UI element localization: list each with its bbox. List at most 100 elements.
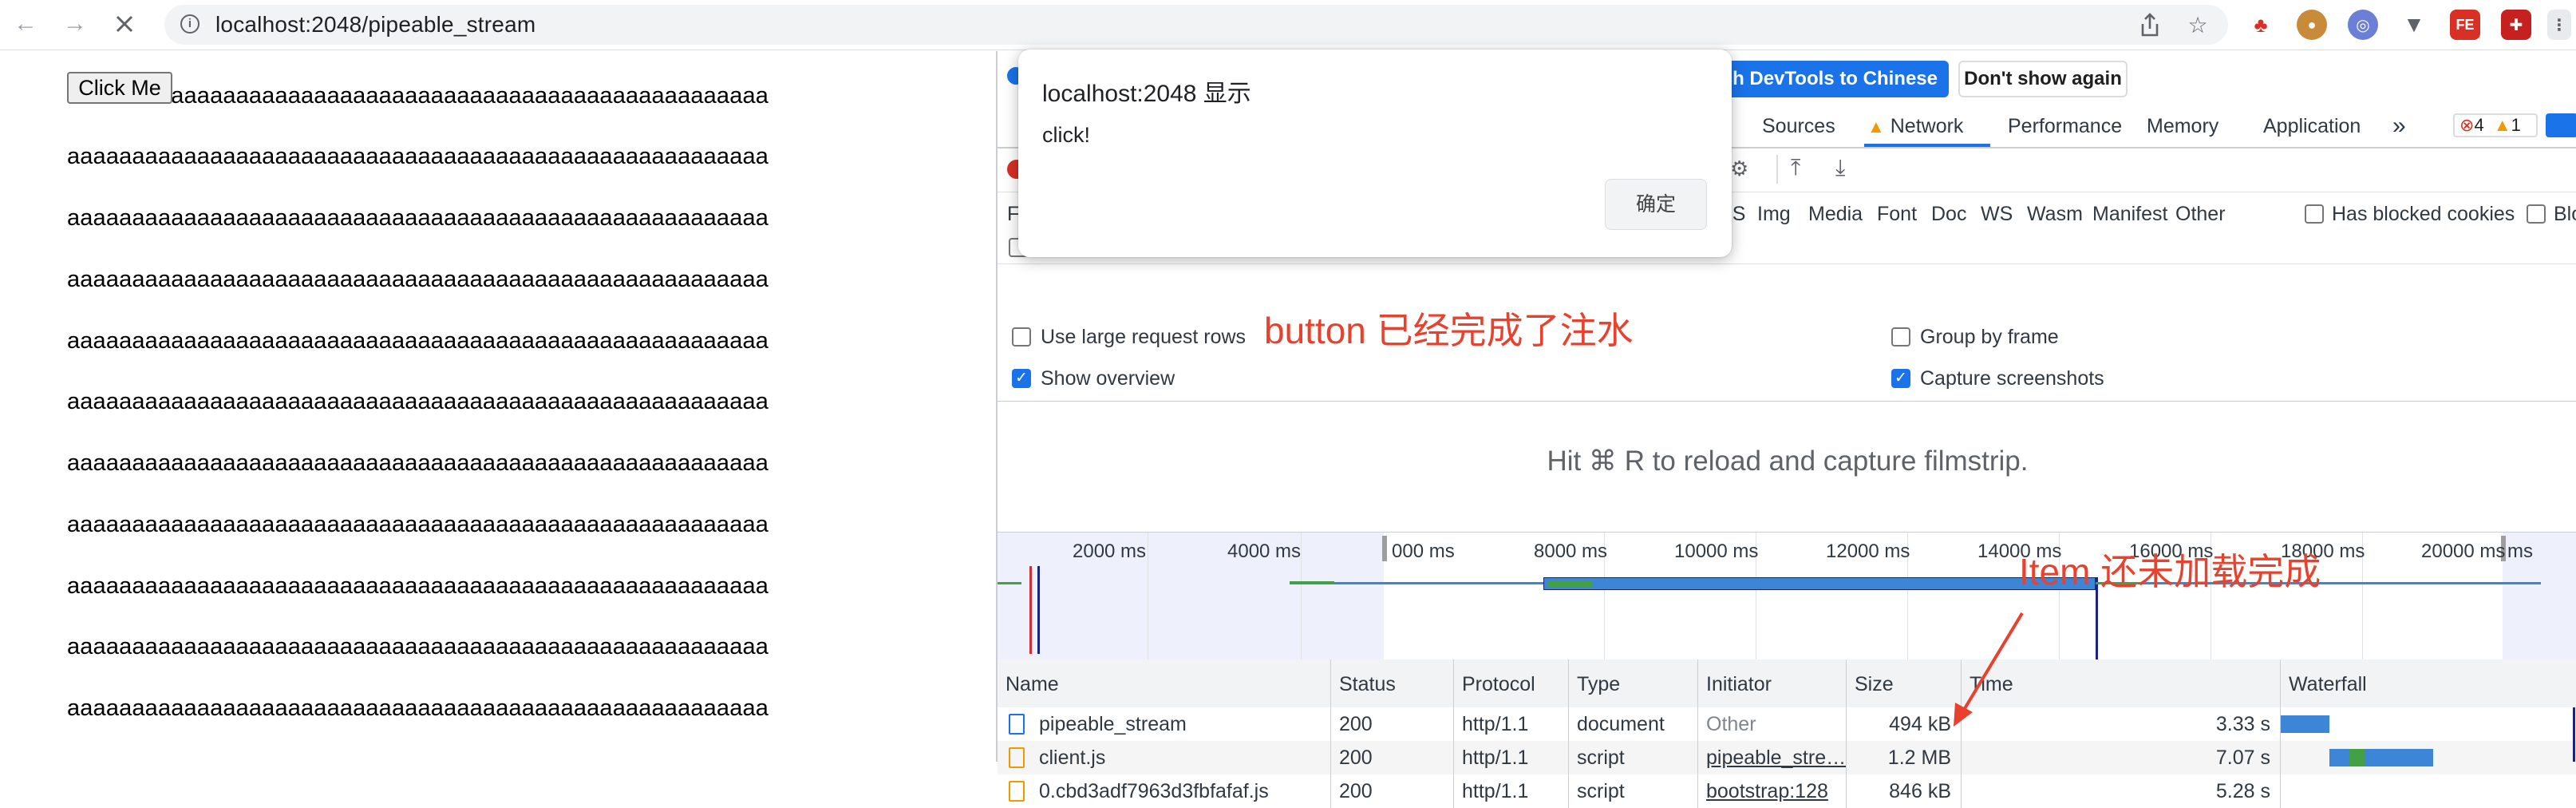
dont-show-again-button[interactable]: Don't show again	[1958, 61, 2128, 97]
filter-wasm[interactable]: Wasm	[2027, 203, 2083, 226]
text-line: aaaaaaaaaaaaaaaaaaaaaaaaaaaaaaaaaaaaaaaa…	[67, 328, 769, 354]
extension-cookie-icon[interactable]: ●	[2297, 10, 2327, 40]
warning-icon: ▲	[1867, 117, 1885, 137]
filter-media[interactable]: Media	[1808, 203, 1863, 226]
tab-network[interactable]: ▲ Network	[1867, 104, 1963, 147]
warning-count: 1	[2511, 115, 2521, 135]
page-viewport: aaaaaaaaaaaaaaaaaaaaaaaaaaaaaaaaaaaaaaaa…	[0, 51, 996, 762]
request-time: 7.07 s	[1962, 741, 2281, 774]
overview-bar-wait	[1548, 580, 1593, 587]
extension-bookmark-icon[interactable]: ✚	[2501, 10, 2531, 40]
column-name[interactable]: Name	[998, 659, 1331, 707]
column-size[interactable]: Size	[1847, 659, 1962, 707]
stop-loading-icon[interactable]	[107, 6, 142, 42]
text-line: aaaaaaaaaaaaaaaaaaaaaaaaaaaaaaaaaaaaaaaa…	[67, 573, 769, 599]
request-waterfall	[2281, 707, 2576, 741]
request-name[interactable]: 0.cbd3adf7963d3fbfafaf.js	[998, 774, 1331, 808]
extension-ring-icon[interactable]: ◎	[2348, 10, 2378, 40]
filter-ws[interactable]: WS	[1981, 203, 2013, 226]
network-overview[interactable]: 2000 ms 4000 ms 000 ms 8000 ms 10000 ms …	[998, 532, 2576, 661]
overview-tick: 000 ms	[1392, 541, 1455, 562]
network-settings-pane: Use large request rows ✓ Show overview G…	[998, 265, 2576, 402]
column-protocol[interactable]: Protocol	[1454, 659, 1569, 707]
click-me-button[interactable]: Click Me	[67, 72, 172, 104]
annotation-item-not-loaded: Item 还未加载完成	[2019, 551, 2321, 592]
request-status: 200	[1331, 741, 1454, 774]
network-settings-icon[interactable]: ⚙	[1730, 156, 1748, 181]
overview-tick: 12000 ms	[1826, 541, 1910, 562]
request-type: script	[1569, 774, 1698, 808]
filter-other[interactable]: Other	[2175, 203, 2226, 226]
tab-performance[interactable]: Performance	[2008, 104, 2122, 147]
blocked-requests-checkbox[interactable]	[2527, 204, 2546, 224]
large-rows-label: Use large request rows	[1041, 326, 1247, 348]
overview-left-handle[interactable]	[1382, 536, 1387, 561]
tab-sources[interactable]: Sources	[1762, 104, 1835, 147]
load-event-marker	[1029, 566, 1032, 654]
large-rows-checkbox[interactable]	[1012, 327, 1031, 347]
toolbar-divider	[1776, 155, 1778, 184]
request-name[interactable]: pipeable_stream	[998, 707, 1331, 741]
forward-icon[interactable]: →	[57, 6, 93, 42]
request-initiator-link[interactable]: pipeable_stre…	[1698, 741, 1847, 774]
group-by-frame-checkbox[interactable]	[1891, 327, 1910, 347]
messages-icon[interactable]	[2546, 113, 2576, 137]
filter-font[interactable]: Font	[1877, 203, 1917, 226]
request-size: 1.2 MB	[1847, 741, 1962, 774]
capture-screenshots-label: Capture screenshots	[1920, 367, 2104, 390]
document-icon	[1009, 714, 1025, 735]
table-row[interactable]: pipeable_stream 200 http/1.1 document Ot…	[998, 707, 2576, 741]
table-row[interactable]: client.js 200 http/1.1 script pipeable_s…	[998, 741, 2576, 774]
request-name[interactable]: client.js	[998, 741, 1331, 774]
tab-memory[interactable]: Memory	[2147, 104, 2218, 147]
text-line: aaaaaaaaaaaaaaaaaaaaaaaaaaaaaaaaaaaaaaaa…	[67, 205, 769, 231]
url-text[interactable]: localhost:2048/pipeable_stream	[215, 12, 535, 38]
share-icon[interactable]	[2135, 11, 2164, 40]
show-overview-checkbox[interactable]: ✓	[1012, 369, 1031, 388]
table-row[interactable]: 0.cbd3adf7963d3fbfafaf.js 200 http/1.1 s…	[998, 774, 2576, 808]
issues-badge[interactable]: ⊗4 ▲1	[2453, 113, 2538, 137]
bookmark-star-icon[interactable]: ☆	[2183, 11, 2212, 40]
overview-tick: 20000 ms	[2421, 541, 2506, 562]
requests-table-header: Name Status Protocol Type Initiator Size…	[998, 659, 2576, 708]
switch-language-button[interactable]: tch DevTools to Chinese	[1713, 61, 1949, 97]
site-info-icon[interactable]: i	[180, 14, 200, 34]
request-protocol: http/1.1	[1454, 741, 1569, 774]
has-blocked-cookies-checkbox[interactable]	[2305, 204, 2324, 224]
extension-fe-icon[interactable]: FE	[2450, 10, 2480, 40]
request-initiator-link[interactable]: bootstrap:128	[1698, 774, 1847, 808]
filter-manifest[interactable]: Manifest	[2092, 203, 2167, 226]
overview-tick: 8000 ms	[1534, 541, 1608, 562]
export-har-icon[interactable]: ⤓	[1835, 155, 1845, 181]
overview-bar-main	[1543, 577, 2096, 590]
column-type[interactable]: Type	[1569, 659, 1698, 707]
error-count: 4	[2474, 115, 2484, 135]
request-status: 200	[1331, 707, 1454, 741]
waterfall-bar	[2281, 715, 2329, 733]
overview-bar	[1290, 581, 1334, 584]
overview-bar	[998, 582, 1021, 584]
tab-application[interactable]: Application	[2263, 104, 2361, 147]
active-tab-indicator	[1864, 144, 1990, 147]
column-status[interactable]: Status	[1331, 659, 1454, 707]
address-bar[interactable]: i localhost:2048/pipeable_stream ☆	[164, 5, 2228, 45]
extension-vue-icon[interactable]: ▼	[2399, 10, 2429, 40]
extension-tree-icon[interactable]: ♣	[2246, 10, 2276, 40]
import-har-icon[interactable]: ⤒	[1791, 155, 1800, 181]
extension-extra-icon[interactable]: ⋮	[2547, 10, 2571, 40]
filter-img[interactable]: Img	[1757, 203, 1791, 226]
capture-screenshots-checkbox[interactable]: ✓	[1891, 369, 1910, 388]
filter-doc[interactable]: Doc	[1931, 203, 1966, 226]
alert-dialog: localhost:2048 显示 click! 确定	[1018, 50, 1732, 257]
column-initiator[interactable]: Initiator	[1698, 659, 1847, 707]
column-waterfall[interactable]: Waterfall	[2281, 659, 2576, 707]
back-icon[interactable]: ←	[8, 6, 43, 42]
annotation-arrow	[1954, 612, 2024, 727]
more-tabs-icon[interactable]: »	[2392, 104, 2406, 147]
annotation-button-hydrated: button 已经完成了注水	[1264, 310, 1634, 351]
request-initiator: Other	[1698, 707, 1847, 741]
filmstrip-area: Hit ⌘ R to reload and capture filmstrip.	[998, 402, 2576, 532]
request-size: 494 kB	[1847, 707, 1962, 741]
dialog-ok-button[interactable]: 确定	[1605, 179, 1707, 230]
warning-small-icon: ▲	[2493, 115, 2511, 135]
